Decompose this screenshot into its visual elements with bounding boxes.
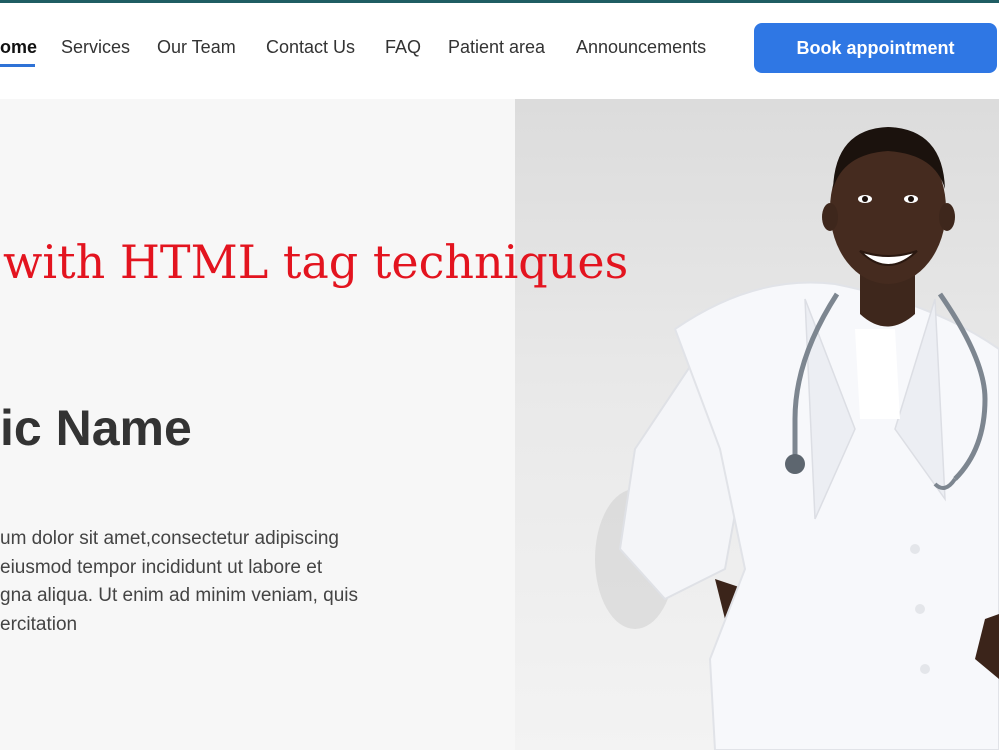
hero-description-line: gna aliqua. Ut enim ad minim veniam, qui… xyxy=(0,585,359,606)
main-navbar: ome Services Our Team Contact Us FAQ Pat… xyxy=(0,3,999,99)
nav-item-announcements[interactable]: Announcements xyxy=(576,37,706,58)
promo-heading: with HTML tag techniques xyxy=(3,235,629,289)
hero-description-line: ercitation xyxy=(0,613,78,635)
nav-item-patient-area[interactable]: Patient area xyxy=(448,37,545,58)
doctor-photo xyxy=(515,99,999,750)
active-nav-underline xyxy=(0,64,35,67)
nav-item-contact-us[interactable]: Contact Us xyxy=(266,37,355,58)
doctor-illustration xyxy=(595,127,999,750)
nav-item-faq[interactable]: FAQ xyxy=(385,37,421,58)
hero-description-line: um dolor sit amet,consectetur adipiscing xyxy=(0,528,339,549)
clinic-name-title: ic Name xyxy=(0,400,192,456)
hero-description-line: eiusmod tempor incididunt ut labore et xyxy=(0,556,323,578)
nav-item-home[interactable]: ome xyxy=(0,37,37,58)
hero-description: um dolor sit amet,consectetur adipiscing… xyxy=(0,525,430,639)
nav-item-our-team[interactable]: Our Team xyxy=(157,37,236,58)
hero-section: with HTML tag techniques ic Name um dolo… xyxy=(0,99,999,750)
book-appointment-button[interactable]: Book appointment xyxy=(754,23,997,73)
nav-item-services[interactable]: Services xyxy=(61,37,130,58)
